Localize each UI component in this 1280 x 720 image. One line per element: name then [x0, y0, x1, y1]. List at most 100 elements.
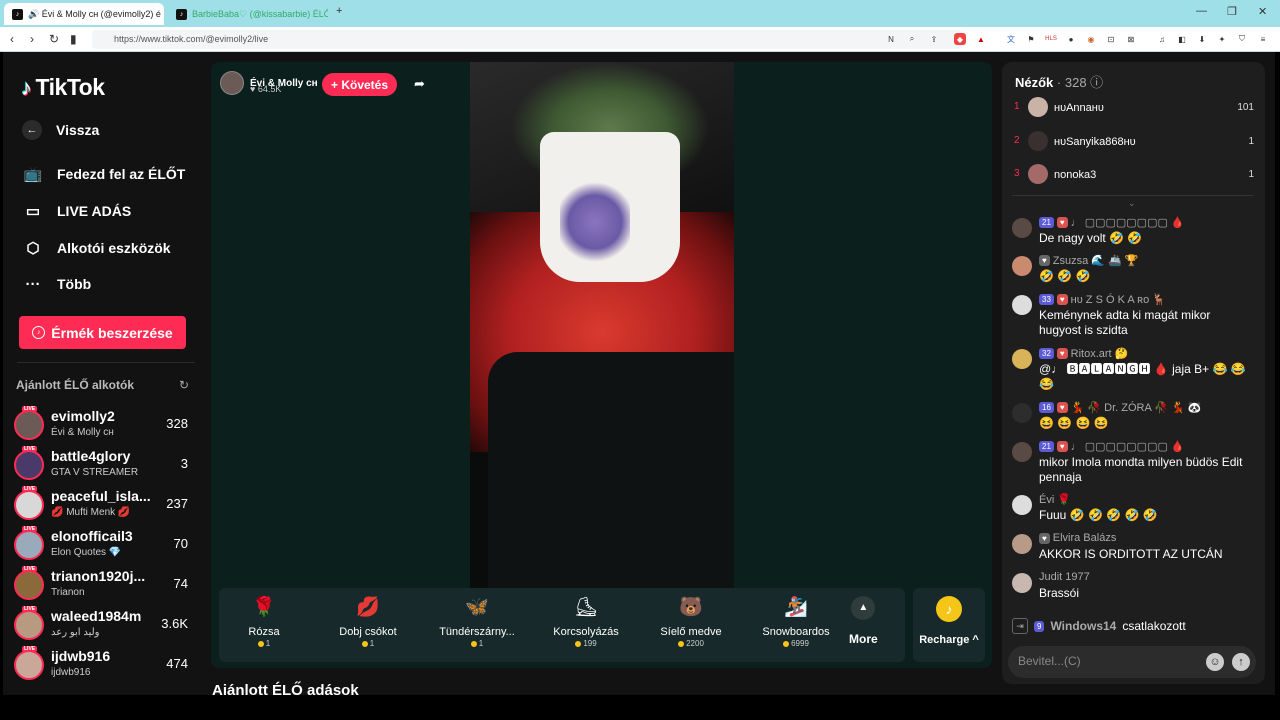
- avatar: [14, 610, 44, 640]
- chat-user[interactable]: ♥ Zsuzsa 🌊 🚢 🏆: [1039, 254, 1138, 267]
- sidebar-toggle-icon[interactable]: ◧: [1176, 33, 1188, 45]
- top-viewer[interactable]: 1 ʜᴜAnnaʜᴜ 101: [1014, 97, 1254, 119]
- host-info[interactable]: Évi & Molly ᴄʜ ♥ 64.5K: [220, 71, 318, 95]
- creator-item[interactable]: LIVE ijdwb916 ijdwb916 474: [14, 646, 194, 684]
- reload-icon[interactable]: ↻: [49, 32, 59, 46]
- follow-button[interactable]: + Követés: [322, 73, 397, 96]
- divider: [17, 362, 195, 363]
- coin-icon: ♪: [936, 596, 962, 622]
- forward-nav-icon[interactable]: ›: [30, 32, 34, 46]
- viewer-count: 3.6K: [161, 616, 188, 631]
- minimize-icon[interactable]: —: [1196, 5, 1207, 17]
- maximize-icon[interactable]: ❐: [1227, 5, 1237, 18]
- top-viewer[interactable]: 3 nonoka3 1: [1014, 164, 1254, 186]
- chevron-down-icon[interactable]: ⌄: [1128, 198, 1136, 209]
- close-window-icon[interactable]: ✕: [1258, 5, 1267, 18]
- gift-skating[interactable]: ⛸ Korcsolyázás 199: [541, 594, 631, 658]
- top-viewer[interactable]: 2 ʜᴜSanyika868ʜᴜ 1: [1014, 131, 1254, 153]
- nav-more[interactable]: ··· Több: [23, 275, 92, 293]
- chat-user[interactable]: 32 ♥ Ritox.art 🤔: [1039, 347, 1128, 360]
- send-icon[interactable]: ↑: [1232, 653, 1250, 671]
- no-translate-icon[interactable]: N: [885, 33, 897, 45]
- live-video[interactable]: [470, 62, 734, 588]
- gift-price-value: 1: [369, 639, 375, 648]
- avatar[interactable]: [1012, 442, 1032, 462]
- nav-creator-tools[interactable]: ⬡ Alkotói eszközök: [23, 239, 170, 257]
- gift-kiss[interactable]: 💋 Dobj csókot 1: [323, 594, 413, 658]
- chat-user[interactable]: Judit 1977: [1039, 571, 1090, 583]
- creator-item[interactable]: LIVE battle4glory GTA V STREAMER 3: [14, 446, 194, 484]
- get-coins-button[interactable]: ♪ Érmék beszerzése: [19, 316, 186, 349]
- emoji-icon[interactable]: ☺: [1206, 653, 1224, 671]
- viewers-header[interactable]: Nézők · 328 ⓘ: [1015, 72, 1103, 91]
- back-button[interactable]: ← Vissza: [22, 120, 99, 140]
- chat-user[interactable]: 21 ♥ ♩ ▢▢▢▢▢▢▢▢ 🩸: [1039, 440, 1185, 453]
- more-gifts-button[interactable]: ▲ More: [849, 596, 878, 646]
- chat-text: mikor Imola mondta milyen büdös Edit pen…: [1039, 455, 1243, 484]
- share-icon[interactable]: ➦: [414, 76, 425, 92]
- tab-kissabarbie[interactable]: ♪ BarbieBaba♡ (@kissabarbie) ÉLŐ ad ✕: [168, 3, 328, 25]
- avatar[interactable]: [1012, 403, 1032, 423]
- avatar[interactable]: [1012, 349, 1032, 369]
- bookmark-icon[interactable]: ▮: [70, 32, 77, 46]
- creator-subtitle: وليد ابو رعد: [51, 627, 100, 638]
- refresh-icon[interactable]: ↻: [179, 378, 189, 392]
- avatar[interactable]: [1012, 495, 1032, 515]
- gift-ski-bear[interactable]: 🐻 Síelő medve 2200: [646, 594, 736, 658]
- viewer-name: nonoka3: [1054, 169, 1097, 181]
- creator-subtitle: Évi & Molly ᴄʜ: [51, 427, 114, 438]
- vpn-icon[interactable]: ⛉: [1236, 33, 1248, 45]
- extension-icon[interactable]: ⊠: [1125, 33, 1137, 45]
- chat-input[interactable]: [1018, 654, 1198, 668]
- creator-item[interactable]: LIVE elonofficail3 Elon Quotes 💎 70: [14, 526, 194, 564]
- chat-text: Keménynek adta ki magát mikor hugyost is…: [1039, 308, 1211, 337]
- creator-item[interactable]: LIVE trianon1920j... Trianon 74: [14, 566, 194, 604]
- chat-user[interactable]: ♥ Elvira Balázs: [1039, 532, 1116, 544]
- heart-badge-icon: ♥: [1039, 532, 1050, 544]
- rewards-icon[interactable]: ▲: [975, 33, 987, 45]
- download-icon[interactable]: ⬇: [1196, 33, 1208, 45]
- nav-go-live[interactable]: ▭ LIVE ADÁS: [23, 202, 131, 220]
- ai-icon[interactable]: ✦: [1216, 33, 1228, 45]
- extension-icon[interactable]: ◉: [1085, 33, 1097, 45]
- back-nav-icon[interactable]: ‹: [10, 32, 14, 46]
- recharge-button[interactable]: ♪ Recharge ^: [913, 588, 985, 662]
- extension-icon[interactable]: ⊡: [1105, 33, 1117, 45]
- hls-extension-icon[interactable]: HLS: [1045, 33, 1057, 45]
- gift-price-value: 6999: [791, 639, 809, 648]
- extension-icon[interactable]: ●: [1065, 33, 1077, 45]
- avatar[interactable]: [1012, 573, 1032, 593]
- zoom-icon[interactable]: ⌕: [906, 33, 918, 45]
- chat-text: De nagy volt 🤣 🤣: [1039, 231, 1143, 245]
- chat-user[interactable]: 21 ♥ ♩ ▢▢▢▢▢▢▢▢ 🩸: [1039, 216, 1185, 229]
- gift-price-value: 2200: [686, 639, 704, 648]
- avatar[interactable]: [1012, 534, 1032, 554]
- avatar: [14, 410, 44, 440]
- chat-user[interactable]: Évi 🌹: [1039, 493, 1071, 506]
- share-page-icon[interactable]: ⇪: [928, 33, 940, 45]
- tab-evimolly[interactable]: ♪ 🔊 Évi & Molly ᴄʜ (@evimolly2) é ✕: [4, 3, 164, 25]
- creator-item[interactable]: LIVE waleed1984m وليد ابو رعد 3.6K: [14, 606, 194, 644]
- tiktok-logo[interactable]: ♪ TikTok: [21, 74, 105, 101]
- extension-icon[interactable]: ⚑: [1025, 33, 1037, 45]
- chat-user[interactable]: 33 ♥ ʜᴜ Z S Ó K A ʀᴏ 🦌: [1039, 293, 1166, 306]
- gift-rose[interactable]: 🌹 Rózsa 1: [219, 594, 309, 658]
- creator-item[interactable]: LIVE evimolly2 Évi & Molly ᴄʜ 328: [14, 406, 194, 444]
- avatar[interactable]: [1012, 218, 1032, 238]
- join-username[interactable]: Windows14: [1050, 619, 1116, 633]
- new-tab-icon[interactable]: +: [336, 5, 342, 17]
- gift-fairy-wings[interactable]: 🦋 Tündérszárny... 1: [432, 594, 522, 658]
- nav-explore-live[interactable]: 📺 Fedezd fel az ÉLŐT: [23, 165, 186, 183]
- translate-icon[interactable]: 文: [1005, 33, 1017, 45]
- avatar[interactable]: [1012, 256, 1032, 276]
- media-icon[interactable]: ♫: [1156, 33, 1168, 45]
- gift-snowboarder[interactable]: 🏂 Snowboardos 6999: [751, 594, 841, 658]
- avatar[interactable]: [1012, 295, 1032, 315]
- creator-item[interactable]: LIVE peaceful_isla... 💋 Mufti Menk 💋 237: [14, 486, 194, 524]
- chat-user[interactable]: 16 ♥ 💃 🥀 Dr. ZÓRA 🥀 💃 🐼: [1039, 401, 1201, 414]
- gift-price: 1: [323, 639, 413, 648]
- url-field[interactable]: https://www.tiktok.com/@evimolly2/live: [92, 30, 962, 49]
- menu-icon[interactable]: ≡: [1257, 33, 1269, 45]
- brave-shield-icon[interactable]: ◆: [954, 33, 966, 45]
- host-avatar[interactable]: [220, 71, 244, 95]
